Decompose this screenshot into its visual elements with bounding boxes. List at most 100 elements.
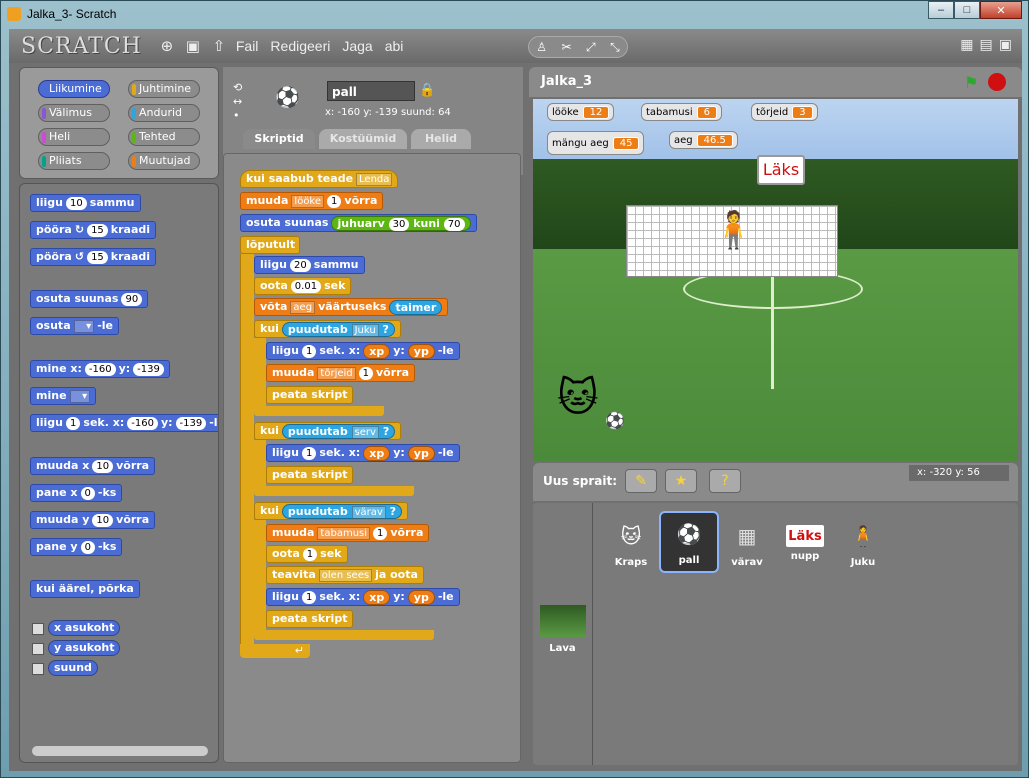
menu-redigeeri[interactable]: Redigeeri (270, 38, 330, 54)
scripts-area[interactable]: kui saabub teade Lenda muuda lööke 1 võrra o… (223, 153, 521, 763)
category-andurid[interactable]: Andurid (128, 104, 200, 122)
stage-thumbnail[interactable]: Lava (533, 503, 593, 765)
block-goto-xy[interactable]: mine x: -160 y: -139 (30, 360, 170, 378)
window-title: Jalka_3- Scratch (27, 7, 117, 21)
forever-loop[interactable]: lõputult (240, 236, 300, 254)
menu-fail[interactable]: Fail (236, 38, 259, 54)
if-touching-juku[interactable]: kui puudutab Juku ? (254, 320, 401, 338)
category-heli[interactable]: Heli (38, 128, 110, 146)
lock-icon[interactable]: 🔒 (419, 83, 435, 98)
if-touching-serv[interactable]: kui puudutab serv ? (254, 422, 402, 440)
block-glide[interactable]: liigu1sek. x:-160y:-139-le (30, 414, 218, 432)
small-stage-icon[interactable]: ▦ (960, 37, 973, 53)
menu-bar: SCRATCH ⊕ ▣ ⇧ Fail Redigeeri Jaga abi ♙ … (9, 29, 1022, 63)
sprite-name-field[interactable]: pall (327, 81, 415, 101)
shrink-icon[interactable]: ⤡ (610, 40, 620, 55)
monitor-torjeid: tõrjeid 3 (751, 103, 818, 121)
sprite-kraps[interactable]: 🐱 Kraps (601, 515, 661, 577)
rotate-cw-icon: ↻ (74, 223, 85, 236)
reporter-x-position[interactable]: x asukoht (48, 620, 121, 636)
normal-stage-icon[interactable]: ▤ (980, 37, 993, 53)
laks-button[interactable]: Läks (757, 155, 805, 185)
sprite-tools: ♙ ✂ ⤢ ⤡ (528, 36, 628, 58)
block-stop-script-1[interactable]: peata skript (266, 386, 354, 404)
block-broadcast-wait[interactable]: teavita olen sees ja oota (266, 566, 424, 584)
block-glide-1[interactable]: liigu 1 sek. x: xp y: yp -le (266, 342, 460, 360)
category-liikumine[interactable]: Liikumine (38, 80, 110, 98)
block-change-y[interactable]: muuda y 10 võrra (30, 511, 156, 529)
category-juhtimine[interactable]: Juhtimine (128, 80, 200, 98)
block-set-var[interactable]: võta aeg väärtuseks taimer (254, 298, 449, 316)
block-bounce[interactable]: kui äärel, põrka (30, 580, 140, 598)
stop-icon[interactable] (988, 73, 1006, 91)
checkbox-y-position[interactable] (32, 643, 44, 655)
stage-thumb-label: Lava (549, 643, 576, 654)
rotation-style-icons[interactable]: ⟲ ↔ • (233, 81, 242, 123)
block-move[interactable]: liigu 20 sammu (254, 256, 365, 274)
block-glide-2[interactable]: liigu 1 sek. x: xp y: yp -le (266, 444, 460, 462)
stage[interactable]: 🧍 🐱 ⚽ lööke 12 tabamusi 6 tõrjeid 3 mängu a… (533, 99, 1018, 461)
if-bottom (254, 486, 414, 496)
menu-jaga[interactable]: Jaga (342, 38, 372, 54)
checkbox-direction[interactable] (32, 663, 44, 675)
sprite-nupp[interactable]: Läks nupp (775, 515, 835, 577)
block-set-x[interactable]: pane x 0 -ks (30, 484, 123, 502)
cat-kraps: 🐱 (557, 375, 599, 421)
hat-when-receive[interactable]: kui saabub teade Lenda (240, 170, 399, 188)
block-glide-3[interactable]: liigu 1 sek. x: xp y: yp -le (266, 588, 460, 606)
block-wait-1[interactable]: oota 1 sek (266, 545, 348, 563)
block-point-towards[interactable]: osuta ▾ -le (30, 317, 119, 335)
share-icon[interactable]: ⇧ (210, 37, 228, 55)
block-change-var[interactable]: muuda lööke 1 võrra (240, 192, 384, 210)
close-button[interactable]: ✕ (980, 1, 1022, 19)
category-valimus[interactable]: Välimus (38, 104, 110, 122)
ball-thumbnail-icon: ⚽ (275, 85, 300, 109)
scratch-client: SCRATCH ⊕ ▣ ⇧ Fail Redigeeri Jaga abi ♙ … (9, 29, 1022, 771)
globe-icon[interactable]: ⊕ (158, 37, 176, 55)
block-turn-left[interactable]: pööra ↺ 15 kraadi (30, 248, 157, 266)
sprite-juku[interactable]: 🧍 Juku (833, 515, 893, 577)
paint-sprite-icon[interactable]: ✎ (625, 469, 657, 493)
if-touching-varav[interactable]: kui puudutab värav ? (254, 502, 408, 520)
block-turn-right[interactable]: pööra ↻ 15 kraadi (30, 221, 157, 239)
block-point-direction[interactable]: osuta suunas 90 (30, 290, 149, 308)
block-point-random[interactable]: osuta suunas juhuarv 30 kuni 70 (240, 214, 477, 232)
tab-kostuumid[interactable]: Kostüümid (319, 129, 407, 149)
block-stop-script-2[interactable]: peata skript (266, 466, 354, 484)
block-set-y[interactable]: pane y 0 -ks (30, 538, 123, 556)
sprite-varav[interactable]: ▦ värav (717, 515, 777, 577)
sprite-list: Lava 🐱 Kraps ⚽ pall ▦ värav Läks nupp 🧍 Juku (533, 503, 1018, 765)
forever-loop-arm (240, 254, 254, 644)
palette-scrollbar[interactable] (32, 746, 208, 756)
scratch-app-icon (7, 7, 21, 21)
block-stop-script-3[interactable]: peata skript (266, 610, 354, 628)
checkbox-x-position[interactable] (32, 623, 44, 635)
sprite-pall[interactable]: ⚽ pall (659, 511, 719, 573)
block-change-torjeid[interactable]: muuda tõrjeid 1 võrra (266, 364, 416, 382)
category-tehted[interactable]: Tehted (128, 128, 200, 146)
import-sprite-icon[interactable]: ★ (665, 469, 697, 493)
grow-icon[interactable]: ⤢ (586, 40, 596, 55)
reporter-y-position[interactable]: y asukoht (48, 640, 121, 656)
green-flag-icon[interactable]: ⚑ (964, 73, 982, 92)
tab-helid[interactable]: Helid (411, 129, 471, 149)
category-muutujad[interactable]: Muutujad (128, 152, 200, 170)
stamp-icon[interactable]: ♙ (536, 40, 547, 54)
block-change-x[interactable]: muuda x 10 võrra (30, 457, 156, 475)
scissors-icon[interactable]: ✂ (561, 40, 571, 54)
maximize-button[interactable]: □ (954, 1, 980, 19)
block-move-steps[interactable]: liigu 10 sammu (30, 194, 141, 212)
stage-thumb-image (539, 605, 586, 637)
block-change-tabamusi[interactable]: muuda tabamusi 1 võrra (266, 524, 430, 542)
block-wait[interactable]: oota 0.01 sek (254, 277, 352, 295)
category-pliiats[interactable]: Pliiats (38, 152, 110, 170)
tab-skriptid[interactable]: Skriptid (243, 129, 315, 149)
menu-abi[interactable]: abi (385, 38, 404, 54)
minimize-button[interactable]: – (928, 1, 954, 19)
presentation-icon[interactable]: ▣ (999, 37, 1012, 53)
block-goto[interactable]: mine ▾ (30, 387, 97, 405)
random-sprite-icon[interactable]: ? (709, 469, 741, 493)
reporter-direction[interactable]: suund (48, 660, 98, 676)
save-icon[interactable]: ▣ (184, 37, 202, 55)
title-bar: Jalka_3- Scratch – □ ✕ (1, 1, 1028, 27)
